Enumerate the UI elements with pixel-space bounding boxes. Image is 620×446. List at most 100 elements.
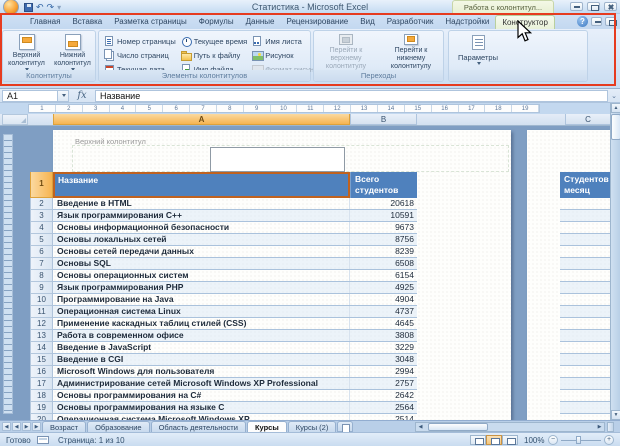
zoom-out-button[interactable]: − <box>548 435 558 445</box>
ribbon-tab[interactable]: Разработчик <box>381 15 440 29</box>
row-header[interactable]: 10 <box>30 294 53 306</box>
students-count-cell[interactable]: 2994 <box>350 366 417 377</box>
normal-view-button[interactable] <box>470 435 486 445</box>
students-count-cell[interactable]: 3808 <box>350 330 417 341</box>
course-name-cell[interactable]: Администрирование сетей Microsoft Window… <box>53 378 350 389</box>
row-header[interactable]: 14 <box>30 342 53 354</box>
goto-footer-button[interactable]: Перейти к нижнему колонтитулу <box>380 33 442 71</box>
students-count-cell[interactable]: 4737 <box>350 306 417 317</box>
sheet-tab[interactable]: Область деятельности <box>151 421 246 432</box>
zoom-thumb[interactable] <box>576 436 581 444</box>
ribbon-tab[interactable]: Вставка <box>66 15 108 29</box>
course-name-cell[interactable]: Основы сетей передачи данных <box>53 246 350 257</box>
next-sheet-icon[interactable]: ▶ <box>22 422 31 431</box>
cell-b1[interactable]: Всего студентов <box>350 172 417 198</box>
page-break-view-button[interactable] <box>502 435 518 445</box>
students-count-cell[interactable]: 4645 <box>350 318 417 329</box>
course-name-cell[interactable]: Основы SQL <box>53 258 350 269</box>
sheet-tab[interactable]: Образование <box>87 421 150 432</box>
last-sheet-icon[interactable]: ▶ <box>32 422 41 431</box>
ribbon-tab[interactable]: Надстройки <box>439 15 495 29</box>
row-header[interactable]: 19 <box>30 402 53 414</box>
zoom-track[interactable] <box>561 440 601 441</box>
macro-record-icon[interactable] <box>37 436 49 444</box>
ribbon-tab[interactable]: Главная <box>24 15 66 29</box>
select-all-button[interactable] <box>2 114 28 125</box>
students-count-cell[interactable]: 6508 <box>350 258 417 269</box>
ribbon-tab[interactable]: Конструктор <box>495 15 555 29</box>
vertical-scrollbar[interactable]: ▲ ▼ <box>610 103 620 420</box>
students-count-cell[interactable]: 2757 <box>350 378 417 389</box>
row-header[interactable]: 11 <box>30 306 53 318</box>
row-header[interactable]: 5 <box>30 234 53 246</box>
row-header[interactable]: 8 <box>30 270 53 282</box>
name-box-dropdown[interactable] <box>58 90 69 102</box>
ribbon-tab[interactable]: Данные <box>240 15 281 29</box>
row-header[interactable]: 2 <box>30 198 53 210</box>
scroll-up-icon[interactable]: ▲ <box>611 103 620 113</box>
ribbon-tab[interactable]: Рецензирование <box>280 15 354 29</box>
name-box[interactable]: A1 <box>2 90 58 102</box>
insert-worksheet-tab[interactable] <box>337 421 353 432</box>
row-header[interactable]: 13 <box>30 330 53 342</box>
course-name-cell[interactable]: Введение в HTML <box>53 198 350 209</box>
students-count-cell[interactable]: 8239 <box>350 246 417 257</box>
course-name-cell[interactable]: Язык программирования PHP <box>53 282 350 293</box>
row-header[interactable]: 15 <box>30 354 53 366</box>
row-header[interactable]: 16 <box>30 366 53 378</box>
course-name-cell[interactable]: Операционная система Linux <box>53 306 350 317</box>
element-button[interactable]: Число страниц <box>104 48 181 62</box>
students-count-cell[interactable]: 9673 <box>350 222 417 233</box>
students-count-cell[interactable]: 2642 <box>350 390 417 401</box>
students-count-cell[interactable]: 20618 <box>350 198 417 209</box>
help-icon[interactable]: ? <box>577 16 588 27</box>
page-layout-view-button[interactable] <box>486 435 502 445</box>
sheet-tab[interactable]: Возраст <box>42 421 86 432</box>
scroll-right-icon[interactable]: ▶ <box>595 424 604 431</box>
course-name-cell[interactable]: Основы программирования на C# <box>53 390 350 401</box>
zoom-in-button[interactable]: + <box>604 435 614 445</box>
element-button[interactable]: Текущее время <box>181 34 253 48</box>
course-name-cell[interactable]: Введение в CGI <box>53 354 350 365</box>
students-count-cell[interactable]: 3048 <box>350 354 417 365</box>
first-sheet-icon[interactable]: ◀ <box>2 422 11 431</box>
row-header[interactable]: 17 <box>30 378 53 390</box>
center-header-box[interactable] <box>210 147 345 172</box>
column-header-a[interactable]: A <box>53 114 350 125</box>
expand-formula-bar-icon[interactable]: ⌄ <box>608 92 620 100</box>
students-count-cell[interactable]: 8756 <box>350 234 417 245</box>
sheet-tab[interactable]: Курсы <box>247 421 287 432</box>
column-header-b[interactable]: B <box>350 114 417 125</box>
ribbon-tab[interactable]: Формулы <box>193 15 240 29</box>
row-header[interactable]: 3 <box>30 210 53 222</box>
ribbon-tab[interactable]: Вид <box>354 15 380 29</box>
row-header[interactable]: 6 <box>30 246 53 258</box>
course-name-cell[interactable]: Язык программирования C++ <box>53 210 350 221</box>
element-button[interactable]: Путь к файлу <box>181 48 253 62</box>
header-button[interactable]: Верхний колонтитул <box>4 33 49 71</box>
goto-header-button[interactable]: Перейти к верхнему колонтитулу <box>315 33 377 71</box>
prev-sheet-icon[interactable]: ◀ <box>12 422 21 431</box>
row-header[interactable]: 4 <box>30 222 53 234</box>
formula-input[interactable]: Название <box>95 90 608 102</box>
workbook-minimize-button[interactable] <box>591 17 602 26</box>
tab-split-handle[interactable] <box>607 422 614 432</box>
sheet-tab[interactable]: Курсы (2) <box>288 421 337 432</box>
course-name-cell[interactable]: Основы программирования на языке C <box>53 402 350 413</box>
column-header-c[interactable]: C <box>565 114 611 125</box>
ribbon-tab[interactable]: Разметка страницы <box>108 15 193 29</box>
row-header[interactable]: 1 <box>30 172 53 198</box>
workbook-restore-button[interactable] <box>605 17 616 26</box>
row-header[interactable]: 9 <box>30 282 53 294</box>
element-button[interactable]: Номер страницы <box>104 34 181 48</box>
students-count-cell[interactable]: 4925 <box>350 282 417 293</box>
course-name-cell[interactable]: Программирование на Java <box>53 294 350 305</box>
close-button[interactable] <box>604 2 617 11</box>
footer-button[interactable]: Нижний колонтитул <box>50 33 95 71</box>
students-count-cell[interactable]: 4904 <box>350 294 417 305</box>
cell-a1-selected[interactable]: Название <box>53 172 350 198</box>
options-button[interactable]: Параметры <box>455 33 501 75</box>
scroll-down-icon[interactable]: ▼ <box>611 410 620 420</box>
scroll-left-icon[interactable]: ◀ <box>416 424 425 431</box>
students-count-cell[interactable]: 2564 <box>350 402 417 413</box>
